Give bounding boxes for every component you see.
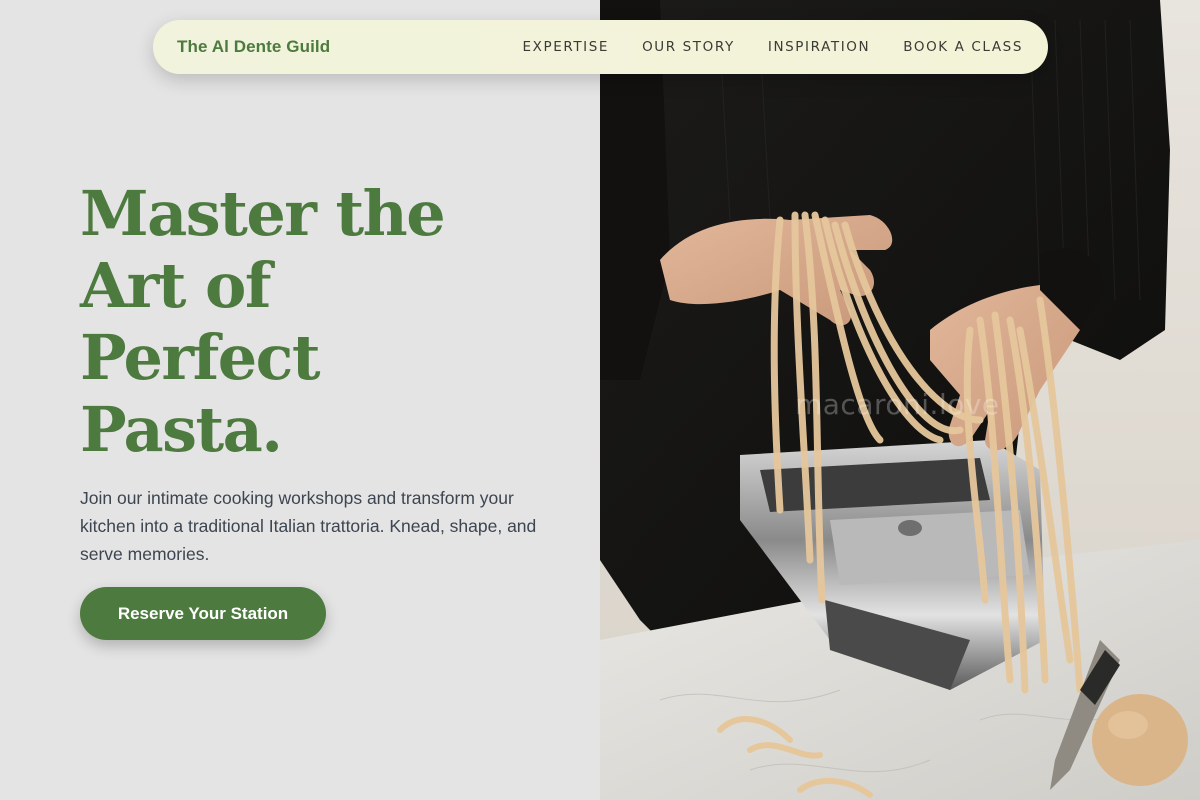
top-navigation-bar: The Al Dente Guild EXPERTISE OUR STORY I…: [153, 20, 1048, 74]
nav-links: EXPERTISE OUR STORY INSPIRATION BOOK A C…: [522, 39, 1023, 55]
hero-title-line: Pasta.: [80, 393, 283, 466]
reserve-station-button[interactable]: Reserve Your Station: [80, 587, 326, 640]
photo-watermark: macaroni.love: [795, 388, 1000, 421]
hero-title-line: Master the: [80, 177, 446, 250]
nav-link-expertise[interactable]: EXPERTISE: [522, 39, 609, 55]
brand-logo-link[interactable]: The Al Dente Guild: [177, 37, 330, 57]
hero-title-line: Art of: [80, 249, 272, 322]
hero-title: Master the Art of Perfect Pasta.: [80, 178, 500, 466]
hero-title-line: Perfect: [80, 321, 321, 394]
nav-link-book-a-class[interactable]: BOOK A CLASS: [903, 39, 1023, 55]
nav-link-inspiration[interactable]: INSPIRATION: [768, 39, 870, 55]
nav-link-our-story[interactable]: OUR STORY: [642, 39, 735, 55]
hero-description: Join our intimate cooking workshops and …: [80, 488, 537, 564]
